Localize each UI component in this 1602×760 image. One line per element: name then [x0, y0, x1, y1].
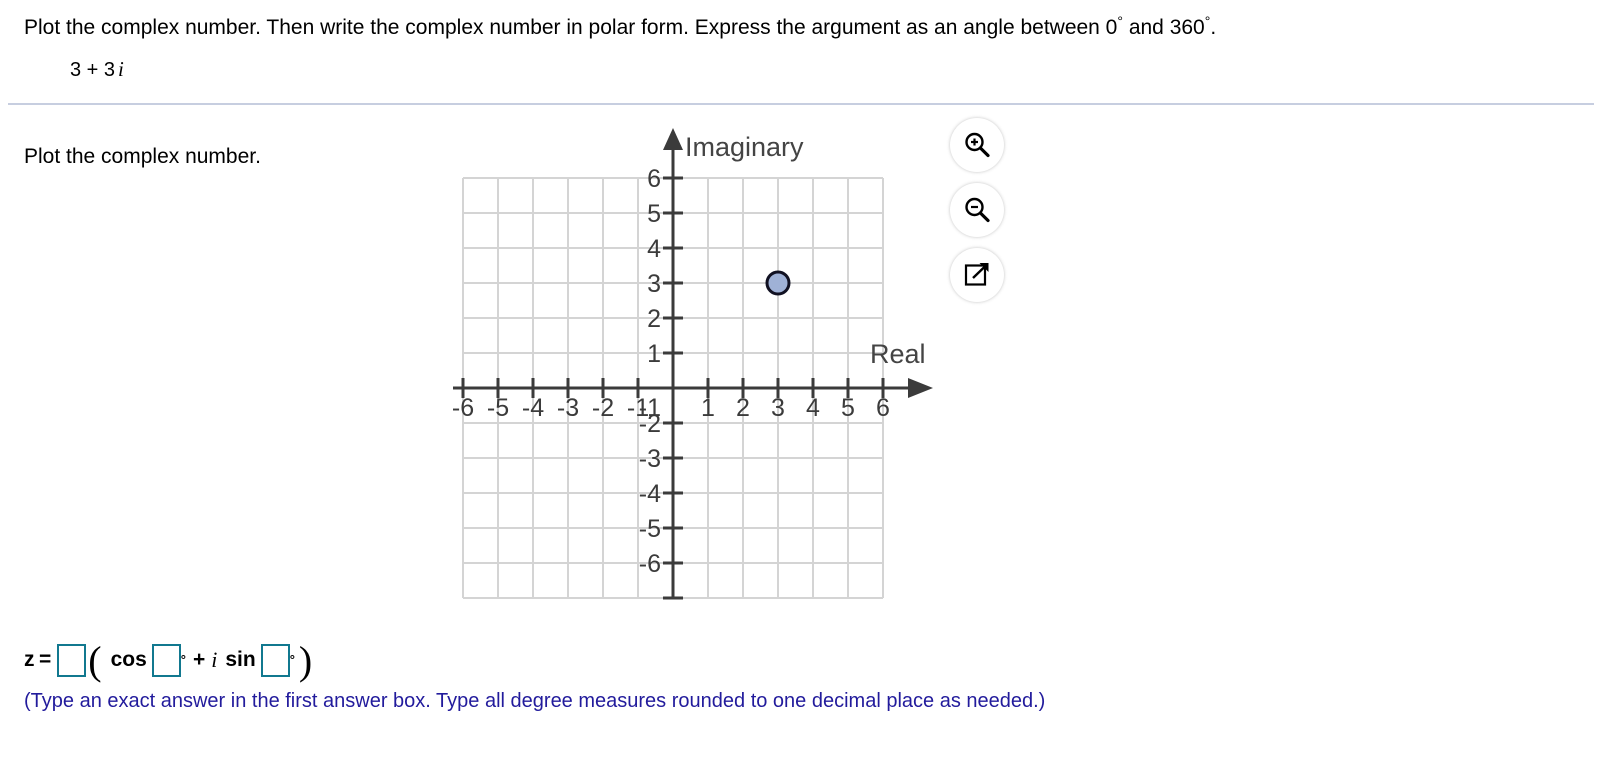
svg-text:1: 1 — [701, 394, 715, 422]
svg-text:6: 6 — [647, 165, 661, 193]
imaginary-unit: i — [118, 57, 124, 81]
svg-text:-2: -2 — [639, 410, 661, 438]
svg-text:-3: -3 — [639, 445, 661, 473]
svg-text:3: 3 — [647, 270, 661, 298]
real-axis-title: Real — [870, 339, 926, 369]
svg-text:-6: -6 — [639, 550, 661, 578]
svg-text:5: 5 — [841, 394, 855, 422]
polar-form-answer-expression: z = ( cos ° + i sin ° ) — [24, 638, 313, 683]
complex-plane-graph[interactable]: -6 -5 -4 -3 -2 -1 1 2 3 4 5 6 6 5 4 3 2 … — [430, 120, 950, 620]
svg-text:-4: -4 — [522, 394, 544, 422]
sin-label: sin — [225, 648, 256, 671]
svg-text:-2: -2 — [592, 394, 614, 422]
svg-text:6: 6 — [876, 394, 890, 422]
imaginary-axis-arrowhead — [663, 128, 683, 150]
question-text-part1: Plot the complex number. Then write the … — [24, 16, 1118, 39]
expand-graph-button[interactable] — [950, 248, 1004, 302]
expand-icon — [964, 263, 989, 286]
svg-text:-5: -5 — [639, 515, 661, 543]
imaginary-unit-symbol: i — [211, 647, 218, 672]
svg-text:2: 2 — [736, 394, 750, 422]
svg-text:-4: -4 — [639, 480, 661, 508]
zoom-out-icon — [965, 197, 990, 223]
svg-text:-3: -3 — [557, 394, 579, 422]
svg-text:3: 3 — [771, 394, 785, 422]
question-text-mid: and 360 — [1122, 16, 1205, 39]
svg-text:4: 4 — [806, 394, 820, 422]
svg-text:4: 4 — [647, 235, 661, 263]
modulus-input-box[interactable] — [57, 643, 87, 677]
answer-hint-text: (Type an exact answer in the first answe… — [24, 690, 1046, 712]
graph-toolbar — [950, 118, 1010, 313]
page-title: Plot the complex number. Then write the … — [24, 14, 1216, 42]
zoom-out-button[interactable] — [950, 183, 1004, 237]
plotted-point[interactable] — [765, 270, 791, 296]
svg-text:-6: -6 — [452, 394, 474, 422]
cos-label: cos — [110, 648, 147, 671]
answer-area: z = ( cos ° + i sin ° ) (Type an exact a… — [24, 638, 1045, 714]
imaginary-axis-title: Imaginary — [685, 132, 804, 162]
svg-text:1: 1 — [647, 340, 661, 368]
plot-instruction-label: Plot the complex number. — [24, 145, 261, 168]
svg-text:2: 2 — [647, 305, 661, 333]
graph-svg[interactable]: -6 -5 -4 -3 -2 -1 1 2 3 4 5 6 6 5 4 3 2 … — [430, 120, 950, 620]
zoom-in-icon — [965, 132, 990, 158]
plus-sign: + — [192, 648, 206, 671]
real-axis-arrowhead — [908, 378, 933, 398]
z-label: z — [24, 648, 35, 671]
svg-text:5: 5 — [647, 200, 661, 228]
expression-real-part: 3 + 3 — [70, 59, 116, 81]
real-tick-labels: -6 -5 -4 -3 -2 -1 1 2 3 4 5 6 — [452, 394, 890, 422]
zoom-in-button[interactable] — [950, 118, 1004, 172]
problem-expression: 3 + 3i — [70, 56, 124, 83]
cos-angle-input-box[interactable] — [151, 643, 181, 677]
question-text-end: . — [1210, 16, 1217, 39]
header-divider — [8, 103, 1594, 105]
equals-sign: = — [39, 648, 52, 671]
sin-angle-input-box[interactable] — [260, 643, 290, 677]
svg-text:-5: -5 — [487, 394, 509, 422]
imaginary-tick-labels: 6 5 4 3 2 1 -1 -2 -3 -4 -5 -6 — [639, 165, 661, 578]
